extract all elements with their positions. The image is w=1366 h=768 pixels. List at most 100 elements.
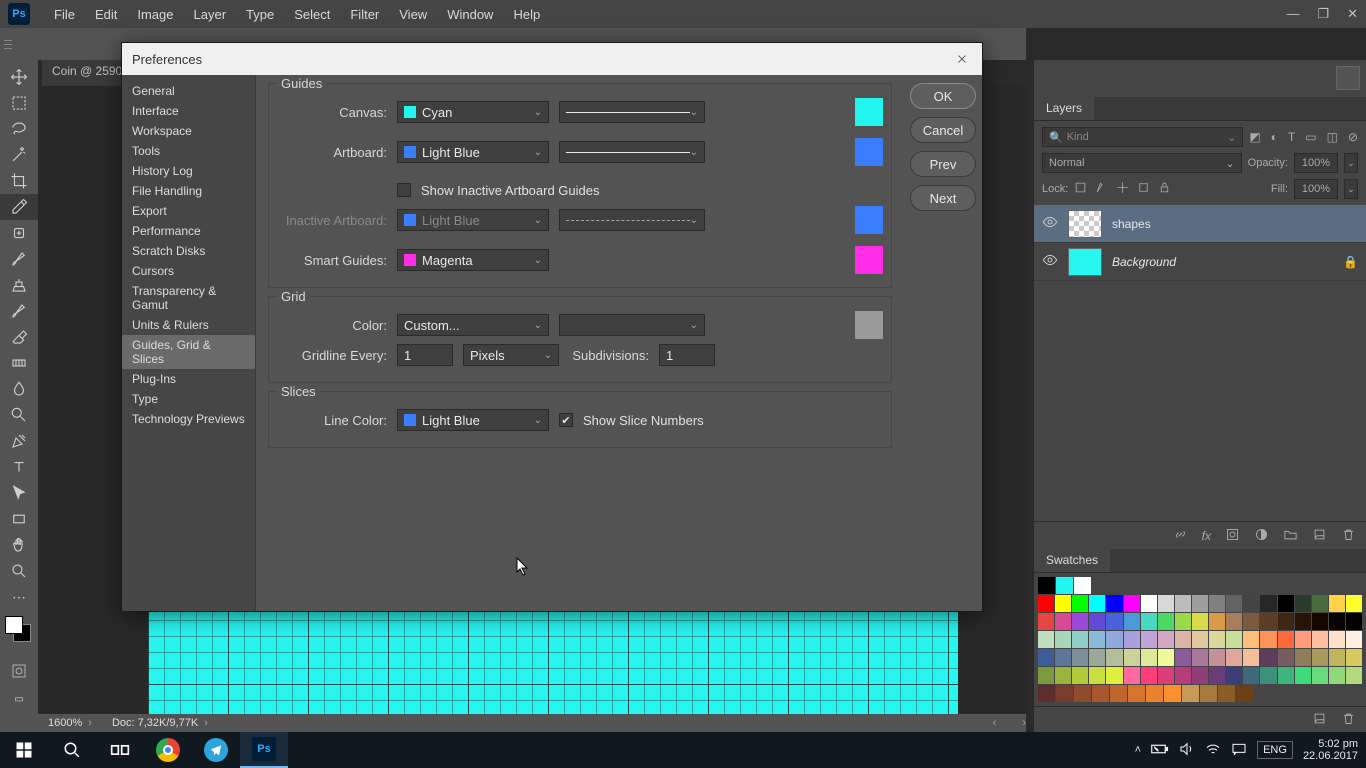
menu-layer[interactable]: Layer <box>184 7 237 22</box>
filter-shape-icon[interactable]: ▭ <box>1305 130 1316 144</box>
hand-tool[interactable] <box>0 532 38 558</box>
menu-select[interactable]: Select <box>284 7 340 22</box>
swatch[interactable] <box>1209 631 1225 648</box>
swatch[interactable] <box>1329 667 1345 684</box>
subdivisions-input[interactable]: 1 <box>659 344 715 366</box>
swatch[interactable] <box>1209 613 1225 630</box>
swatch[interactable] <box>1209 595 1225 612</box>
swatch[interactable] <box>1089 613 1105 630</box>
swatch[interactable] <box>1278 595 1294 612</box>
document-canvas[interactable] <box>148 604 958 714</box>
tray-chevron-icon[interactable]: ˄ <box>1135 744 1141 756</box>
blend-mode-select[interactable]: Normal⌄ <box>1042 153 1242 173</box>
telegram-taskbar-icon[interactable] <box>192 732 240 768</box>
swatch[interactable] <box>1175 595 1191 612</box>
swatch[interactable] <box>1226 631 1242 648</box>
swatch[interactable] <box>1346 667 1362 684</box>
crop-tool[interactable] <box>0 168 38 194</box>
swatch[interactable] <box>1055 667 1071 684</box>
swatch[interactable] <box>1260 595 1276 612</box>
layer-kind-filter[interactable]: 🔍 Kind⌄ <box>1042 127 1243 147</box>
swatch[interactable] <box>1056 577 1073 594</box>
marquee-tool[interactable] <box>0 90 38 116</box>
swatch[interactable] <box>1072 667 1088 684</box>
swatch[interactable] <box>1158 649 1174 666</box>
swatch[interactable] <box>1236 685 1253 702</box>
swatch[interactable] <box>1260 613 1276 630</box>
chrome-taskbar-icon[interactable] <box>144 732 192 768</box>
new-swatch-icon[interactable] <box>1312 711 1327 729</box>
swatch[interactable] <box>1243 631 1259 648</box>
lock-transparency-icon[interactable] <box>1074 181 1087 197</box>
layer-mask-icon[interactable] <box>1225 527 1240 545</box>
collapsed-panel[interactable] <box>1034 60 1366 97</box>
swatch[interactable] <box>1056 685 1073 702</box>
task-view-button[interactable] <box>96 732 144 768</box>
slice-linecolor-select[interactable]: Light Blue⌄ <box>397 409 549 431</box>
swatch[interactable] <box>1106 631 1122 648</box>
swatch[interactable] <box>1243 667 1259 684</box>
new-layer-icon[interactable] <box>1312 527 1327 545</box>
opacity-value[interactable]: 100% <box>1294 153 1338 173</box>
clock[interactable]: 5:02 pm 22.06.2017 <box>1303 738 1358 762</box>
preferences-titlebar[interactable]: Preferences <box>122 43 982 75</box>
lasso-tool[interactable] <box>0 116 38 142</box>
layer-name[interactable]: shapes <box>1112 217 1151 231</box>
visibility-eye-icon[interactable] <box>1042 252 1058 271</box>
menu-type[interactable]: Type <box>236 7 284 22</box>
swatch[interactable] <box>1243 595 1259 612</box>
group-icon[interactable] <box>1283 527 1298 545</box>
swatch[interactable] <box>1329 649 1345 666</box>
swatch[interactable] <box>1218 685 1235 702</box>
brush-tool[interactable] <box>0 246 38 272</box>
zoom-tool[interactable] <box>0 558 38 584</box>
swatch[interactable] <box>1110 685 1127 702</box>
swatch[interactable] <box>1260 649 1276 666</box>
swatch[interactable] <box>1295 649 1311 666</box>
chevron-right-icon[interactable]: › <box>88 717 92 729</box>
swatch[interactable] <box>1329 631 1345 648</box>
history-brush-tool[interactable] <box>0 298 38 324</box>
prefs-category[interactable]: Cursors <box>122 261 255 281</box>
swatch[interactable] <box>1141 595 1157 612</box>
layer-fx-icon[interactable]: fx <box>1202 529 1211 543</box>
swatch[interactable] <box>1074 577 1091 594</box>
swatch[interactable] <box>1055 631 1071 648</box>
swatch[interactable] <box>1192 649 1208 666</box>
prefs-category[interactable]: Transparency & Gamut <box>122 281 255 315</box>
gridline-unit-select[interactable]: Pixels⌄ <box>463 344 559 366</box>
scroll-left-icon[interactable]: ‹ <box>993 717 997 729</box>
chevron-right-icon[interactable]: › <box>204 717 208 729</box>
prefs-category[interactable]: Units & Rulers <box>122 315 255 335</box>
swatch[interactable] <box>1089 595 1105 612</box>
layer-row[interactable]: Background 🔒 <box>1034 243 1366 281</box>
adjustment-layer-icon[interactable] <box>1254 527 1269 545</box>
swatch[interactable] <box>1295 595 1311 612</box>
fill-chevron-icon[interactable]: ⌄ <box>1344 179 1358 199</box>
fill-value[interactable]: 100% <box>1294 179 1338 199</box>
grid-style-select[interactable]: ⌄ <box>559 314 705 336</box>
swatch[interactable] <box>1312 595 1328 612</box>
visibility-eye-icon[interactable] <box>1042 214 1058 233</box>
swatch[interactable] <box>1038 595 1054 612</box>
menu-edit[interactable]: Edit <box>85 7 127 22</box>
swatch[interactable] <box>1038 667 1054 684</box>
prefs-category[interactable]: Scratch Disks <box>122 241 255 261</box>
wifi-icon[interactable] <box>1205 742 1221 759</box>
swatch[interactable] <box>1200 685 1217 702</box>
swatch[interactable] <box>1072 649 1088 666</box>
swatch[interactable] <box>1158 631 1174 648</box>
canvas-guide-color-select[interactable]: Cyan⌄ <box>397 101 549 123</box>
swatch[interactable] <box>1329 613 1345 630</box>
zoom-level[interactable]: 1600% <box>48 717 82 729</box>
swatch[interactable] <box>1055 649 1071 666</box>
move-tool[interactable] <box>0 64 38 90</box>
layers-tab[interactable]: Layers <box>1034 97 1094 120</box>
color-chips[interactable] <box>5 616 31 642</box>
swatch[interactable] <box>1346 631 1362 648</box>
swatch[interactable] <box>1260 631 1276 648</box>
lock-all-icon[interactable] <box>1158 181 1171 197</box>
swatch[interactable] <box>1346 595 1362 612</box>
swatch[interactable] <box>1260 667 1276 684</box>
filter-adjust-icon[interactable]: ◐ <box>1271 130 1278 144</box>
